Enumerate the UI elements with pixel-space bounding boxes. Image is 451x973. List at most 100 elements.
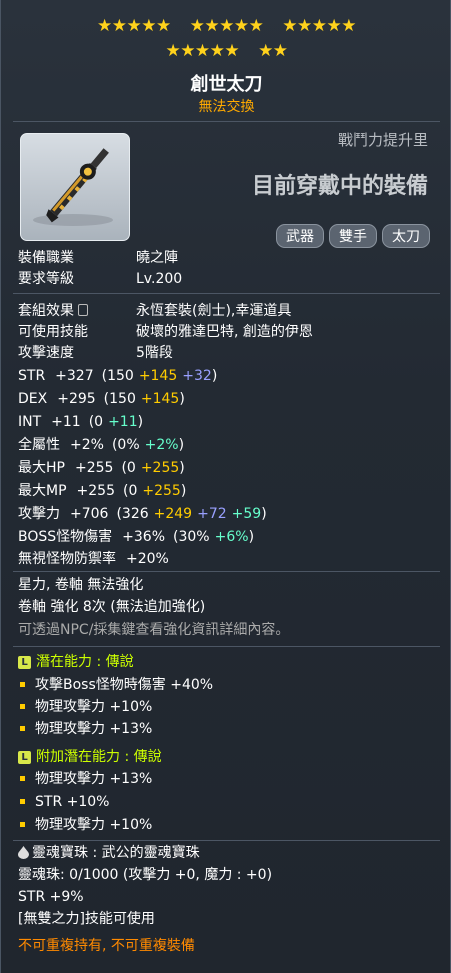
stat-total: +20%	[126, 551, 169, 567]
soul-drop-icon	[18, 846, 29, 859]
stat-label: DEX	[18, 391, 48, 407]
stat-base: (326	[116, 506, 149, 522]
soul-skill: [無雙之力]技能可使用	[18, 911, 155, 927]
potential-header: L 潛在能力 : 傳說	[18, 653, 134, 671]
stat-bonus: +11	[108, 414, 138, 430]
bonus-potential-line: 物理攻擊力 +10%	[18, 816, 152, 834]
req-value: 曉之陣	[136, 250, 178, 266]
skill-row: 可使用技能 破壞的雅達巴特, 創造的伊恩	[18, 323, 313, 341]
divider	[13, 121, 440, 122]
prop-value: 永恆套裝(劍士),幸運道具	[136, 303, 292, 319]
req-value: Lv.200	[136, 271, 183, 287]
enhance-hint: 可透過NPC/採集鍵查看強化資訊詳細內容。	[18, 622, 290, 638]
req-label: 裝備職業	[18, 250, 74, 266]
potential-text: 攻擊Boss怪物時傷害 +40%	[35, 677, 214, 693]
potential-line: 物理攻擊力 +13%	[18, 720, 152, 738]
stat-bonus: +249	[153, 506, 193, 522]
stat-close: )	[179, 460, 185, 476]
bonus-potential-text: 物理攻擊力 +13%	[35, 771, 153, 787]
stat-value: +255 (0 +255)	[75, 460, 185, 476]
potential-title: 潛在能力 : 傳說	[36, 654, 134, 670]
stat-bonus: +72	[197, 506, 227, 522]
stat-close: )	[211, 368, 218, 384]
stat-label: INT	[18, 414, 42, 430]
stat-row: BOSS怪物傷害 +36% (30% +6%)	[18, 528, 254, 546]
soul-title: 靈魂寶珠 : 武公的靈魂寶珠	[32, 845, 200, 861]
stat-base: (0	[88, 414, 104, 430]
prop-label: 套組效果	[18, 303, 74, 319]
req-label: 要求等級	[18, 271, 74, 287]
potential-text: 物理攻擊力 +10%	[35, 699, 153, 715]
bullet-icon	[20, 725, 25, 731]
bonus-potential-header: L 附加潛在能力 : 傳說	[18, 748, 162, 766]
tag-katana: 太刀	[382, 224, 430, 248]
prop-value: 破壞的雅達巴特, 創造的伊恩	[136, 324, 313, 340]
stat-row: STR +327 (150 +145 +32)	[18, 367, 217, 385]
stat-total: +2%	[70, 437, 104, 453]
stat-label: 最大HP	[18, 460, 65, 476]
stat-total: +327	[55, 368, 94, 384]
star-group: ★★★★★	[165, 41, 240, 61]
stat-bonus: +2%	[144, 437, 179, 453]
star-force-row-2: ★★★★★ ★★	[1, 43, 451, 60]
soul-header: 靈魂寶珠 : 武公的靈魂寶珠	[18, 844, 200, 862]
divider	[13, 646, 440, 647]
bonus-potential-line: 物理攻擊力 +13%	[18, 770, 152, 788]
stat-row: 最大HP +255 (0 +255)	[18, 459, 185, 477]
stat-label: STR	[18, 368, 46, 384]
combat-power-label: 戰鬥力提升里	[337, 131, 428, 149]
stat-total: +11	[51, 414, 81, 430]
stat-bonus: +255	[140, 460, 180, 476]
stat-value: +36% (30% +6%)	[122, 529, 254, 545]
stat-close: )	[261, 506, 267, 522]
stat-total: +295	[57, 391, 96, 407]
bonus-potential-line: STR +10%	[18, 793, 109, 811]
stat-base: (30%	[173, 529, 210, 545]
stat-bonus: +255	[142, 483, 181, 499]
set-effect-row: 套組效果 永恆套裝(劍士),幸運道具	[18, 302, 291, 320]
stat-label: 全屬性	[18, 437, 60, 453]
divider	[13, 840, 440, 841]
stat-total: +36%	[122, 529, 166, 545]
stat-row: 無視怪物防禦率 +20%	[18, 550, 169, 568]
footer-warning: 不可重複持有, 不可重複裝備	[18, 938, 195, 954]
bonus-potential-title: 附加潛在能力 : 傳說	[36, 749, 162, 765]
req-level-row: 要求等級 Lv.200	[18, 270, 182, 288]
item-tags: 武器 雙手 太刀	[276, 224, 430, 248]
item-icon-frame	[20, 133, 130, 241]
stat-row: 攻擊力 +706 (326 +249 +72 +59)	[18, 505, 267, 523]
equipped-label: 目前穿戴中的裝備	[251, 174, 428, 199]
divider	[13, 293, 440, 294]
item-name: 創世太刀	[190, 74, 263, 95]
stat-close: )	[248, 529, 255, 545]
stat-value: +11 (0 +11)	[51, 414, 143, 430]
stat-base: (150	[103, 391, 136, 407]
legendary-badge: L	[18, 656, 31, 669]
bullet-icon	[20, 775, 25, 781]
stat-base: (0	[121, 460, 136, 476]
lock-icon	[78, 304, 88, 316]
star-group: ★★★★★	[282, 16, 356, 36]
attack-speed-row: 攻擊速度 5階段	[18, 344, 173, 362]
soul-gauge: 靈魂珠: 0/1000 (攻擊力 +0, 魔力 : +0)	[18, 867, 273, 883]
bonus-potential-text: 物理攻擊力 +10%	[35, 817, 153, 833]
stat-value: +255 (0 +255)	[77, 483, 187, 499]
bullet-icon	[20, 681, 25, 687]
katana-icon	[33, 148, 113, 226]
enhance-line: 卷軸 強化 8次 (無法追加強化)	[18, 599, 206, 615]
star-force-row-1: ★★★★★ ★★★★★ ★★★★★	[1, 18, 451, 35]
stat-base: (0%	[111, 437, 140, 453]
stat-label: 無視怪物防禦率	[18, 551, 116, 567]
stat-value: +327 (150 +145 +32)	[55, 368, 217, 384]
star-group: ★★	[258, 41, 288, 61]
stat-value: +2% (0% +2%)	[70, 437, 184, 453]
legendary-badge: L	[18, 751, 31, 764]
prop-label: 可使用技能	[18, 324, 88, 340]
stat-label: BOSS怪物傷害	[18, 529, 113, 545]
star-group: ★★★★★	[97, 16, 171, 36]
potential-text: 物理攻擊力 +13%	[35, 721, 153, 737]
prop-value: 5階段	[136, 345, 173, 361]
stat-total: +255	[76, 483, 115, 499]
req-job-row: 裝備職業 曉之陣	[18, 249, 178, 267]
enhance-line: 星力, 卷軸 無法強化	[18, 577, 144, 593]
